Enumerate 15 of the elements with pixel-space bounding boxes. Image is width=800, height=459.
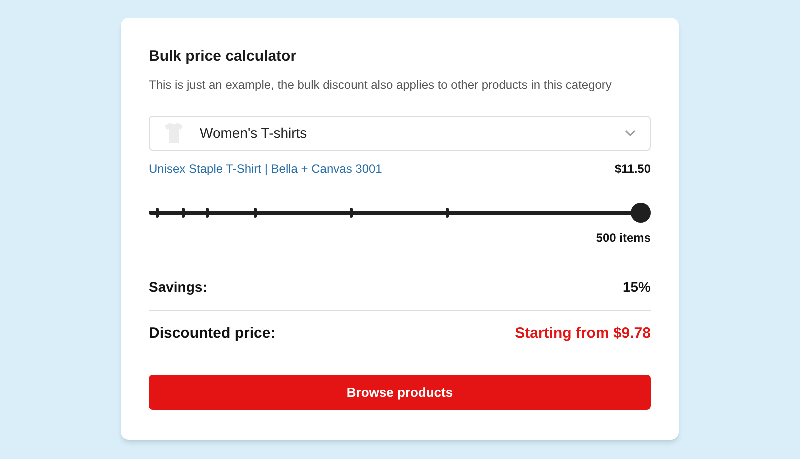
category-select[interactable]: Women's T-shirts [149, 116, 651, 150]
chevron-down-icon [625, 130, 636, 136]
browse-products-button[interactable]: Browse products [149, 375, 651, 410]
discounted-price-value: Starting from $9.78 [515, 324, 651, 344]
savings-value: 15% [622, 278, 651, 296]
slider-thumb[interactable] [631, 202, 651, 222]
discounted-price-label: Discounted price: [149, 324, 276, 344]
quantity-slider[interactable] [149, 202, 651, 222]
product-link[interactable]: Unisex Staple T-Shirt | Bella + Canvas 3001 [149, 160, 382, 178]
product-price: $11.50 [614, 160, 651, 178]
quantity-reading: 500 items [596, 230, 651, 246]
savings-label: Savings: [149, 278, 208, 297]
select-value: Women's T-shirts [200, 124, 308, 142]
card-title: Bulk price calculator [149, 47, 298, 67]
description: This is just an example, the bulk discount also applies to other products in this category [149, 76, 613, 94]
